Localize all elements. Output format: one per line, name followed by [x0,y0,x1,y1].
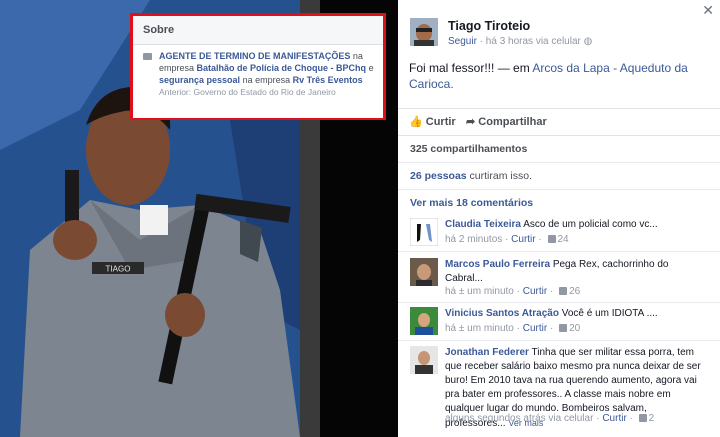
post-photo[interactable]: TIAGO Sobre AGENTE DE TERMINO DE MANIFES… [0,0,398,437]
comment-like-link[interactable]: Curtir [602,413,626,424]
post-time[interactable]: há 3 horas via celular [486,36,581,47]
comment-text: Vinicius Santos Atração Você é um IDIOTA… [445,307,707,321]
job2[interactable]: segurança pessoal [159,75,240,85]
comment-body: Asco de um policial como vc... [523,219,658,230]
divider [398,162,720,163]
comment-like-count[interactable]: 24 [558,234,569,245]
comment-meta: há 2 minutos · Curtir · 24 [445,234,569,245]
comment-like-link[interactable]: Curtir [511,234,535,245]
likes-summary: 26 pessoas curtiram isso. [410,170,532,182]
follow-link[interactable]: Seguir [448,36,477,47]
comment-time[interactable]: há ± um minuto [445,286,514,297]
job-title[interactable]: AGENTE DE TERMINO DE MANIFESTAÇÕES [159,51,350,61]
more-comments-link[interactable]: Ver mais 18 comentários [410,197,533,209]
likes-rest: curtiram isso. [469,170,532,182]
globe-icon: ◍ [583,36,593,47]
like-icon [559,287,568,295]
company2-link[interactable]: Rv Três Eventos [293,75,363,85]
comment-text: Marcos Paulo Ferreira Pega Rex, cachorri… [445,258,707,286]
comment-text: Claudia Teixeira Asco de um policial com… [445,218,707,232]
briefcase-icon [143,53,152,60]
thumbs-up-icon: 👍 [409,116,423,128]
comment-like-count[interactable]: 20 [569,323,580,334]
post-actions: 👍 Curtir ➦ Compartilhar [398,108,720,136]
divider [398,302,720,303]
like-label: Curtir [425,116,456,128]
status-body: Foi mal fessor!!! — em [409,61,530,75]
commenter-name[interactable]: Vinicius Santos Atração [445,308,559,319]
about-highlight-box: Sobre AGENTE DE TERMINO DE MANIFESTAÇÕES… [130,13,386,120]
share-icon: ➦ [466,116,476,128]
like-button[interactable]: 👍 Curtir [409,115,456,128]
comment-meta: há ± um minuto · Curtir · 20 [445,323,581,334]
commenter-name[interactable]: Jonathan Federer [445,347,529,358]
about-body: AGENTE DE TERMINO DE MANIFESTAÇÕES na em… [133,45,383,118]
share-label: Compartilhar [478,116,547,128]
like-icon [547,235,556,243]
post-panel: ✕ Tiago Tiroteio Seguir · há 3 horas via… [398,0,720,437]
comment-like-link[interactable]: Curtir [523,286,547,297]
commenter-name[interactable]: Claudia Teixeira [445,219,521,230]
post-meta: Seguir · há 3 horas via celular ◍ [448,36,593,47]
name-tag-text: TIAGO [106,265,131,274]
like-icon [638,414,647,422]
divider [398,340,720,341]
shares-count[interactable]: 325 compartilhamentos [410,143,527,155]
text-e: e [368,63,374,73]
comment-meta: há ± um minuto · Curtir · 26 [445,286,581,297]
text-na-empresa2: na empresa [242,75,291,85]
author-name[interactable]: Tiago Tiroteio [448,19,530,33]
commenter-avatar[interactable] [410,346,438,374]
share-button[interactable]: ➦ Compartilhar [466,115,547,128]
commenter-avatar[interactable] [410,218,438,246]
comment-meta: alguns segundos atrás via celular · Curt… [445,413,655,424]
comment-like-count[interactable]: 2 [649,413,655,424]
commenter-name[interactable]: Marcos Paulo Ferreira [445,259,550,270]
comment-body: Você é um IDIOTA .... [561,308,658,319]
likes-people-link[interactable]: 26 pessoas [410,170,467,182]
comment-time[interactable]: há ± um minuto [445,323,514,334]
comment-time[interactable]: há 2 minutos [445,234,502,245]
comment-like-link[interactable]: Curtir [523,323,547,334]
comment-time[interactable]: alguns segundos atrás via celular [445,413,593,424]
commenter-avatar[interactable] [410,307,438,335]
commenter-avatar[interactable] [410,258,438,286]
divider [398,189,720,190]
like-icon [559,324,568,332]
close-icon[interactable]: ✕ [702,2,714,19]
about-header: Sobre [133,16,383,45]
previous-job: Anterior: Governo do Estado do Rio de Ja… [159,87,336,97]
comment-like-count[interactable]: 26 [569,286,580,297]
author-avatar[interactable] [410,18,438,46]
status-text: Foi mal fessor!!! — em Arcos da Lapa - A… [409,60,704,92]
company-link[interactable]: Batalhão de Polícia de Choque - BPChq [197,63,367,73]
divider [398,251,720,252]
